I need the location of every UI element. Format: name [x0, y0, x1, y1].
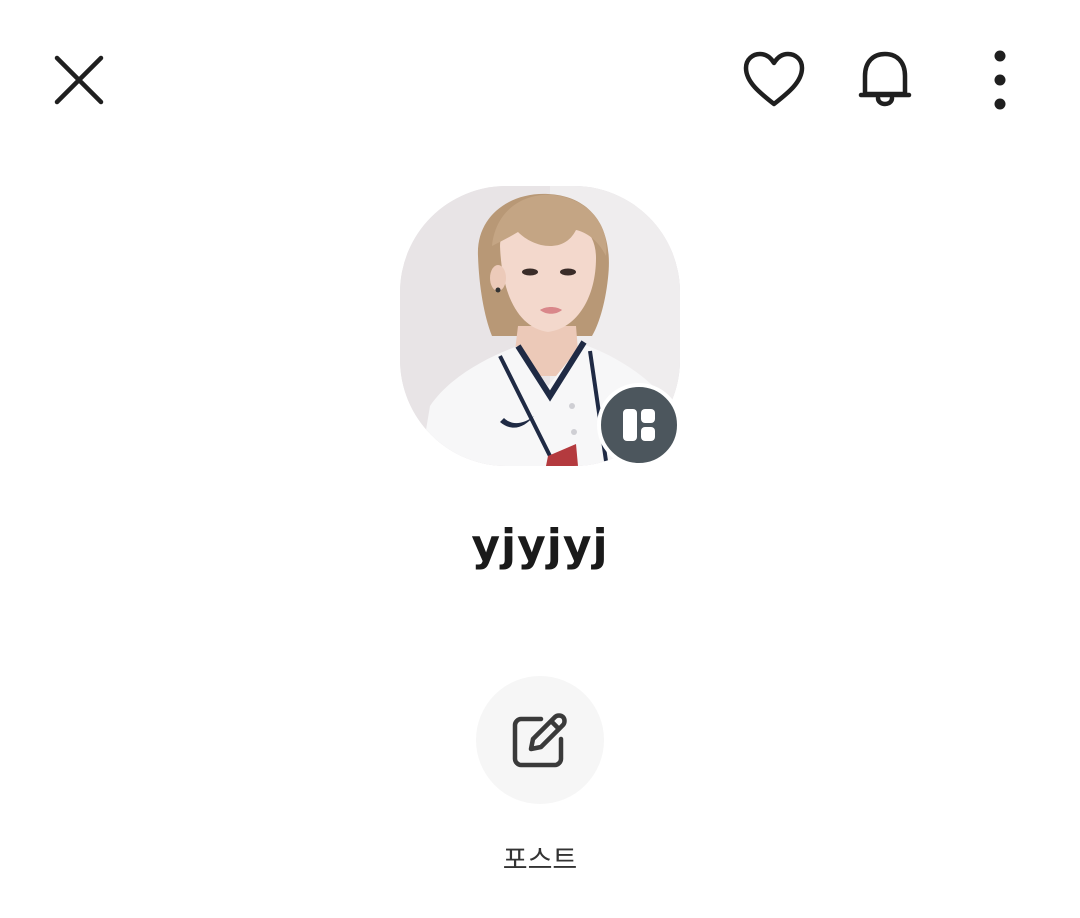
board-badge[interactable]: [597, 383, 681, 467]
more-vertical-icon: [994, 50, 1006, 110]
edit-icon: [512, 713, 567, 768]
close-button[interactable]: [39, 40, 119, 120]
notification-button[interactable]: [845, 40, 925, 120]
profile-username: yjyjyj: [471, 520, 609, 571]
more-options-button[interactable]: [960, 40, 1040, 120]
profile-avatar-area[interactable]: [400, 186, 682, 468]
post-button[interactable]: [476, 676, 604, 804]
board-icon: [623, 409, 655, 441]
close-icon: [54, 55, 104, 105]
like-button[interactable]: [734, 40, 814, 120]
heart-icon: [743, 51, 805, 107]
bell-icon: [858, 51, 912, 107]
post-button-label: 포스트: [502, 845, 578, 876]
